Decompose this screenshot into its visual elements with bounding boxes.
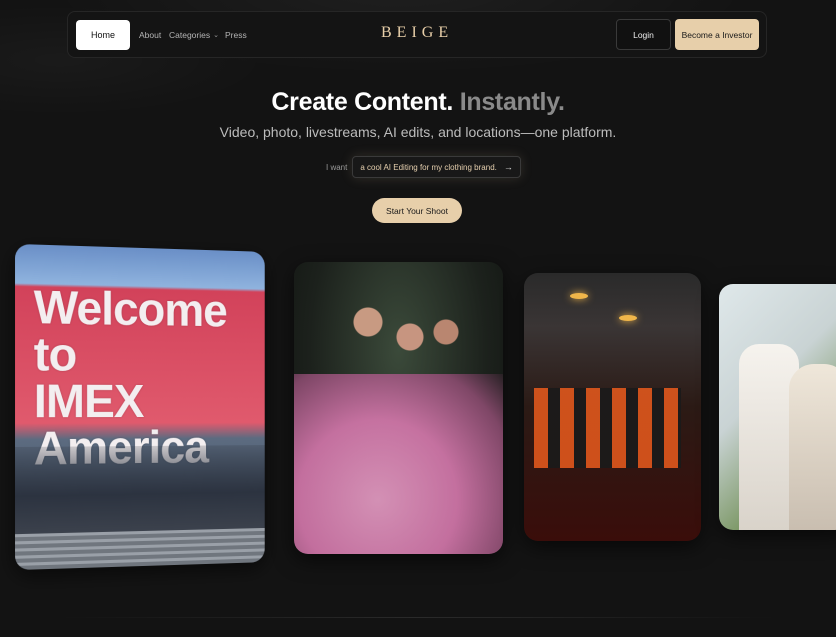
chevron-down-icon: ⌄ xyxy=(213,32,219,39)
divider xyxy=(60,617,776,618)
hero-title-dim: Instantly. xyxy=(459,88,565,116)
hero-subtitle: Video, photo, livestreams, AI edits, and… xyxy=(219,124,617,140)
prompt-prefix: I want xyxy=(326,162,348,172)
card1-sign-line1: Welcome to xyxy=(33,280,227,381)
card3-lamp xyxy=(570,293,588,299)
nav-link-about[interactable]: About xyxy=(139,20,161,50)
card1-sign-text: Welcome to IMEX America xyxy=(33,280,265,474)
arrow-right-icon[interactable]: → xyxy=(504,162,513,172)
nav-link-categories[interactable]: Categories ⌄ xyxy=(169,20,219,50)
start-shoot-button[interactable]: Start Your Shoot xyxy=(372,198,462,223)
become-investor-button[interactable]: Become a Investor xyxy=(675,19,759,50)
hero-title: Create Content. Instantly. xyxy=(0,88,836,117)
gallery-card-fitness[interactable] xyxy=(524,273,701,541)
prompt-value: a cool AI Editing for my clothing brand. xyxy=(360,162,497,172)
gallery-card-group-photo[interactable] xyxy=(294,262,503,554)
brand-logo[interactable]: BEIGE xyxy=(381,24,453,42)
categories-label: Categories xyxy=(169,30,211,40)
hero-title-main: Create Content. xyxy=(271,88,454,116)
gallery-card-imex[interactable]: Welcome to IMEX America xyxy=(15,243,265,571)
gallery-card-wedding[interactable] xyxy=(719,284,836,530)
card4-bride-image xyxy=(789,364,836,530)
prompt-input[interactable]: a cool AI Editing for my clothing brand.… xyxy=(352,156,521,178)
top-navbar: Home About Categories ⌄ Press BEIGE Logi… xyxy=(67,11,767,58)
login-button[interactable]: Login xyxy=(616,19,671,50)
home-button[interactable]: Home xyxy=(76,20,130,50)
card2-pink-hoodies-image xyxy=(294,374,503,554)
card1-steps-image xyxy=(15,527,265,571)
nav-link-press[interactable]: Press xyxy=(225,20,247,50)
card3-bikes-image xyxy=(534,388,681,468)
card3-lamp xyxy=(619,315,637,321)
prompt-row: I want a cool AI Editing for my clothing… xyxy=(326,156,521,178)
